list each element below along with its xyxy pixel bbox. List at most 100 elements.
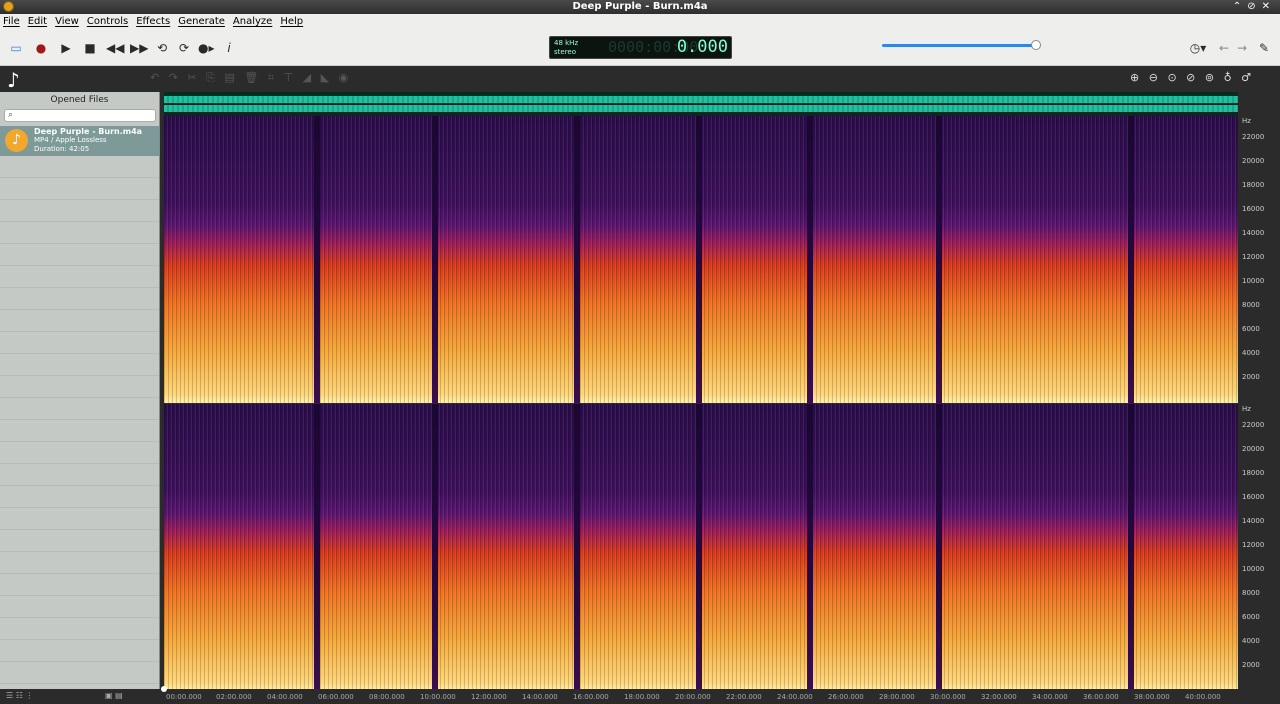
play-icon[interactable]: ▶ [58, 40, 74, 56]
hz-tick: 18000 [1242, 469, 1265, 477]
playhead-marker[interactable] [161, 686, 167, 692]
grid-view-icon[interactable]: ▣ ▤ [105, 691, 123, 700]
sample-rate: 48 kHz [554, 39, 579, 47]
hz-tick: 16000 [1242, 205, 1265, 213]
menu-help[interactable]: Help [280, 16, 303, 27]
loop-icon[interactable]: ⟲ [154, 40, 170, 56]
spectrogram-channel-left[interactable] [164, 116, 1238, 403]
time-display: 48 kHz stereo 0000:00:00 0.000 [549, 36, 732, 59]
skip-icon[interactable]: ●▸ [198, 40, 215, 56]
delete-icon[interactable]: 🗑 [244, 71, 258, 84]
hz-tick: 8000 [1242, 301, 1260, 309]
time-tick: 12:00.000 [471, 693, 507, 701]
spectrogram-view-icon[interactable]: ▭ [8, 40, 24, 56]
spectrogram-channel-right[interactable] [164, 404, 1238, 691]
silence-icon[interactable]: ⊤ [284, 71, 294, 84]
time-tick: 38:00.000 [1134, 693, 1170, 701]
hz-tick: 16000 [1242, 493, 1265, 501]
time-tick: 16:00.000 [573, 693, 609, 701]
opened-files-panel: Opened Files ⌕ ♪ Deep Purple - Burn.m4a … [0, 92, 160, 689]
time-tick: 14:00.000 [522, 693, 558, 701]
hz-tick: 2000 [1242, 661, 1260, 669]
hz-tick: 20000 [1242, 157, 1265, 165]
hz-label: Hz [1242, 117, 1251, 125]
menu-file[interactable]: File [3, 16, 20, 27]
track-gap [696, 404, 702, 691]
time-axis: 00:00.000 02:00.000 04:00.000 06:00.000 … [160, 689, 1240, 704]
hz-tick: 4000 [1242, 349, 1260, 357]
fast-forward-icon[interactable]: ▶▶ [130, 40, 148, 56]
info-icon[interactable]: i [221, 40, 237, 56]
zoom-fit-icon[interactable]: ⊘ [1186, 71, 1195, 84]
file-list-item[interactable]: ♪ Deep Purple - Burn.m4a MP4 / Apple Los… [0, 126, 159, 156]
app-logo-icon: ♪ [7, 68, 20, 92]
fade-in-icon[interactable]: ◢ [303, 71, 311, 84]
zoom-in-icon[interactable]: ⊕ [1130, 71, 1139, 84]
status-bar: ☰ ☷ ⋮ ▣ ▤ [0, 689, 160, 704]
list-view-icon[interactable]: ☰ ☷ ⋮ [6, 691, 33, 700]
fade-out-icon[interactable]: ◣ [321, 71, 329, 84]
track-gap [314, 404, 320, 691]
settings-icon[interactable]: ✎ [1256, 40, 1272, 56]
vertical-zoom-in-icon[interactable]: ♁ [1224, 71, 1232, 84]
clock-icon[interactable]: ◷▾ [1188, 40, 1208, 56]
track-gap [1128, 116, 1134, 403]
copy-icon[interactable]: ⎘ [206, 71, 215, 84]
menu-analyze[interactable]: Analyze [233, 16, 272, 27]
cut-icon[interactable]: ✂ [187, 71, 196, 84]
track-gap [574, 404, 580, 691]
volume-slider[interactable] [882, 44, 1036, 47]
zoom-out-icon[interactable]: ⊖ [1149, 71, 1158, 84]
frequency-axis-right: Hz 22000 20000 18000 16000 14000 12000 1… [1239, 404, 1280, 691]
zoom-reset-icon[interactable]: ⊚ [1205, 71, 1214, 84]
waveform-overview[interactable] [164, 92, 1238, 116]
time-tick: 36:00.000 [1083, 693, 1119, 701]
track-gap [696, 116, 702, 403]
menu-effects[interactable]: Effects [136, 16, 170, 27]
vertical-zoom-out-icon[interactable]: ♂ [1241, 71, 1251, 84]
file-name: Deep Purple - Burn.m4a [34, 127, 143, 136]
waveform-channel-left [164, 96, 1238, 103]
menu-controls[interactable]: Controls [87, 16, 128, 27]
undo-icon[interactable]: ↶ [150, 71, 159, 84]
hz-tick: 14000 [1242, 517, 1265, 525]
search-input[interactable]: ⌕ [4, 109, 156, 122]
record-icon[interactable]: ● [33, 40, 49, 56]
zoom-selection-icon[interactable]: ⊙ [1167, 71, 1176, 84]
normalize-icon[interactable]: ◉ [339, 71, 349, 84]
time-tick: 20:00.000 [675, 693, 711, 701]
rewind-icon[interactable]: ◀◀ [106, 40, 124, 56]
menu-generate[interactable]: Generate [178, 16, 225, 27]
time-tick: 30:00.000 [930, 693, 966, 701]
time-tick: 34:00.000 [1032, 693, 1068, 701]
track-gap [432, 404, 438, 691]
stop-icon[interactable]: ■ [82, 40, 98, 56]
time-tick: 24:00.000 [777, 693, 813, 701]
paste-icon[interactable]: ▤ [224, 71, 234, 84]
app-icon [3, 1, 14, 12]
time-tick: 32:00.000 [981, 693, 1017, 701]
hz-tick: 14000 [1242, 229, 1265, 237]
hz-tick: 20000 [1242, 445, 1265, 453]
track-gap [432, 116, 438, 403]
time-tick: 06:00.000 [318, 693, 354, 701]
menu-view[interactable]: View [55, 16, 79, 27]
file-list-empty-rows [0, 156, 159, 689]
track-gap [936, 404, 942, 691]
edit-toolbar: ↶ ↷ ✂ ⎘ ▤ 🗑 ⌗ ⊤ ◢ ◣ ◉ [150, 71, 354, 85]
time-tick: 26:00.000 [828, 693, 864, 701]
waveform-channel-right [164, 105, 1238, 112]
redo-icon[interactable]: ↷ [169, 71, 178, 84]
track-gap [807, 404, 813, 691]
repeat-icon[interactable]: ⟳ [176, 40, 192, 56]
back-arrow-icon[interactable]: ← [1216, 40, 1232, 56]
window-controls[interactable]: ⌃⊘✕ [1233, 0, 1276, 14]
crop-icon[interactable]: ⌗ [268, 71, 274, 84]
hz-tick: 22000 [1242, 133, 1265, 141]
menu-edit[interactable]: Edit [28, 16, 47, 27]
zoom-toolbar: ⊕ ⊖ ⊙ ⊘ ⊚ ♁ ♂ [1130, 71, 1257, 84]
forward-arrow-icon[interactable]: → [1234, 40, 1250, 56]
volume-slider-knob[interactable] [1031, 40, 1041, 50]
time-tick: 02:00.000 [216, 693, 252, 701]
frequency-axis-left: Hz 22000 20000 18000 16000 14000 12000 1… [1239, 116, 1280, 403]
